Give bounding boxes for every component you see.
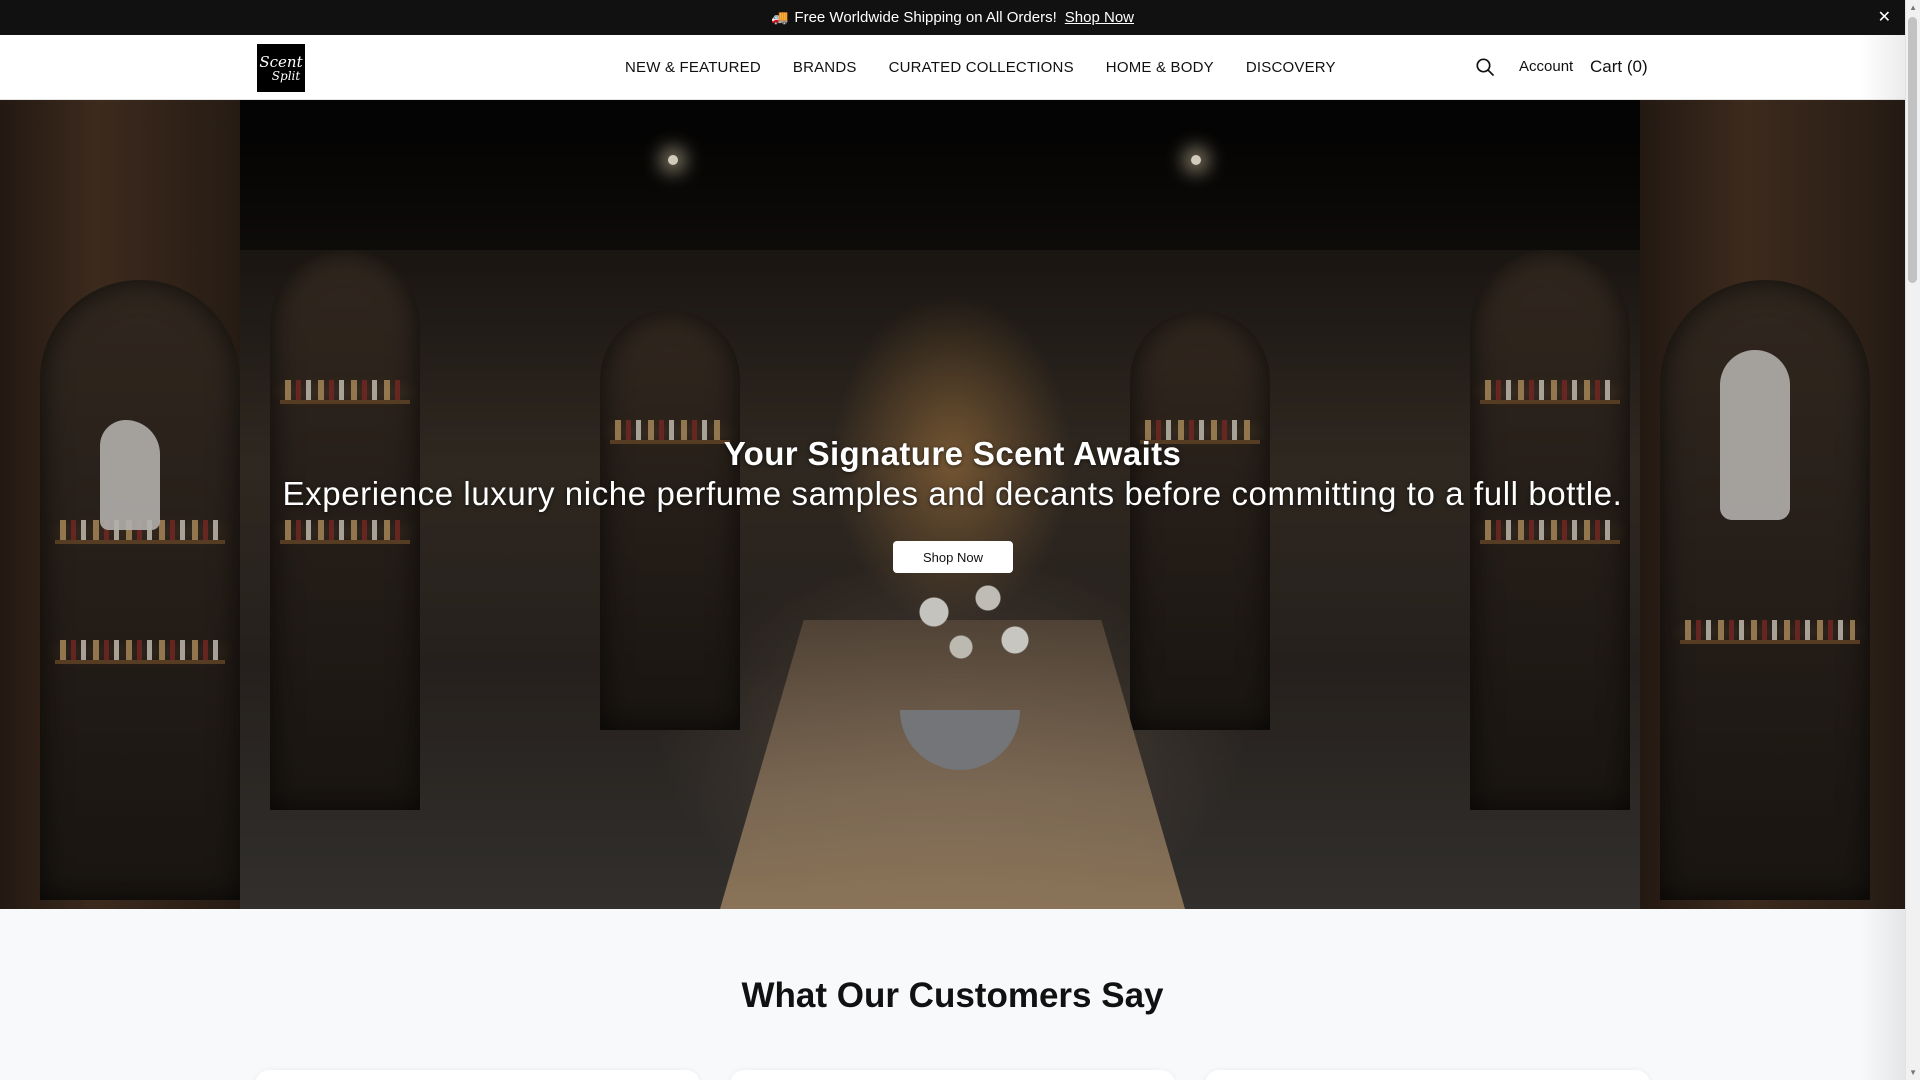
- close-icon[interactable]: ✕: [1878, 7, 1891, 27]
- logo-line-1: Scent: [259, 52, 303, 71]
- nav-item-brands[interactable]: BRANDS: [793, 59, 857, 76]
- cart-link[interactable]: Cart (0): [1590, 57, 1648, 77]
- scroll-up-arrow-icon[interactable]: ▲: [1909, 3, 1917, 12]
- main-nav: NEW & FEATURED BRANDS CURATED COLLECTION…: [625, 35, 1336, 100]
- hero-banner: Your Signature Scent Awaits Experience l…: [0, 100, 1905, 909]
- scroll-down-arrow-icon[interactable]: ▼: [1909, 1068, 1917, 1077]
- logo-line-2: Split: [271, 68, 301, 83]
- search-icon[interactable]: [1475, 57, 1495, 77]
- hero-subtitle: Experience luxury niche perfume samples …: [282, 475, 1623, 512]
- announcement-bar: 🚚 Free Worldwide Shipping on All Orders!…: [0, 0, 1905, 35]
- nav-item-home-body[interactable]: HOME & BODY: [1106, 59, 1214, 76]
- announcement-text: Free Worldwide Shipping on All Orders!: [794, 9, 1057, 26]
- logo[interactable]: Scent Split: [257, 44, 305, 92]
- scroll-thumb[interactable]: [1908, 17, 1917, 283]
- truck-icon: 🚚: [770, 9, 789, 25]
- account-link[interactable]: Account: [1519, 58, 1573, 75]
- testimonial-card: [255, 1070, 700, 1080]
- nav-item-curated-collections[interactable]: CURATED COLLECTIONS: [889, 59, 1074, 76]
- hero-title: Your Signature Scent Awaits: [723, 435, 1182, 472]
- scrollbar[interactable]: ▲ ▼: [1905, 0, 1920, 1080]
- nav-item-new-featured[interactable]: NEW & FEATURED: [625, 59, 761, 76]
- hero-shop-now-button[interactable]: Shop Now: [893, 541, 1013, 573]
- testimonials-title: What Our Customers Say: [741, 976, 1164, 1015]
- nav-item-discovery[interactable]: DISCOVERY: [1246, 59, 1336, 76]
- testimonial-card: [1205, 1070, 1650, 1080]
- site-header: Scent Split NEW & FEATURED BRANDS CURATE…: [0, 35, 1905, 100]
- testimonial-card: [730, 1070, 1175, 1080]
- announcement-shop-now-link[interactable]: Shop Now: [1065, 9, 1134, 26]
